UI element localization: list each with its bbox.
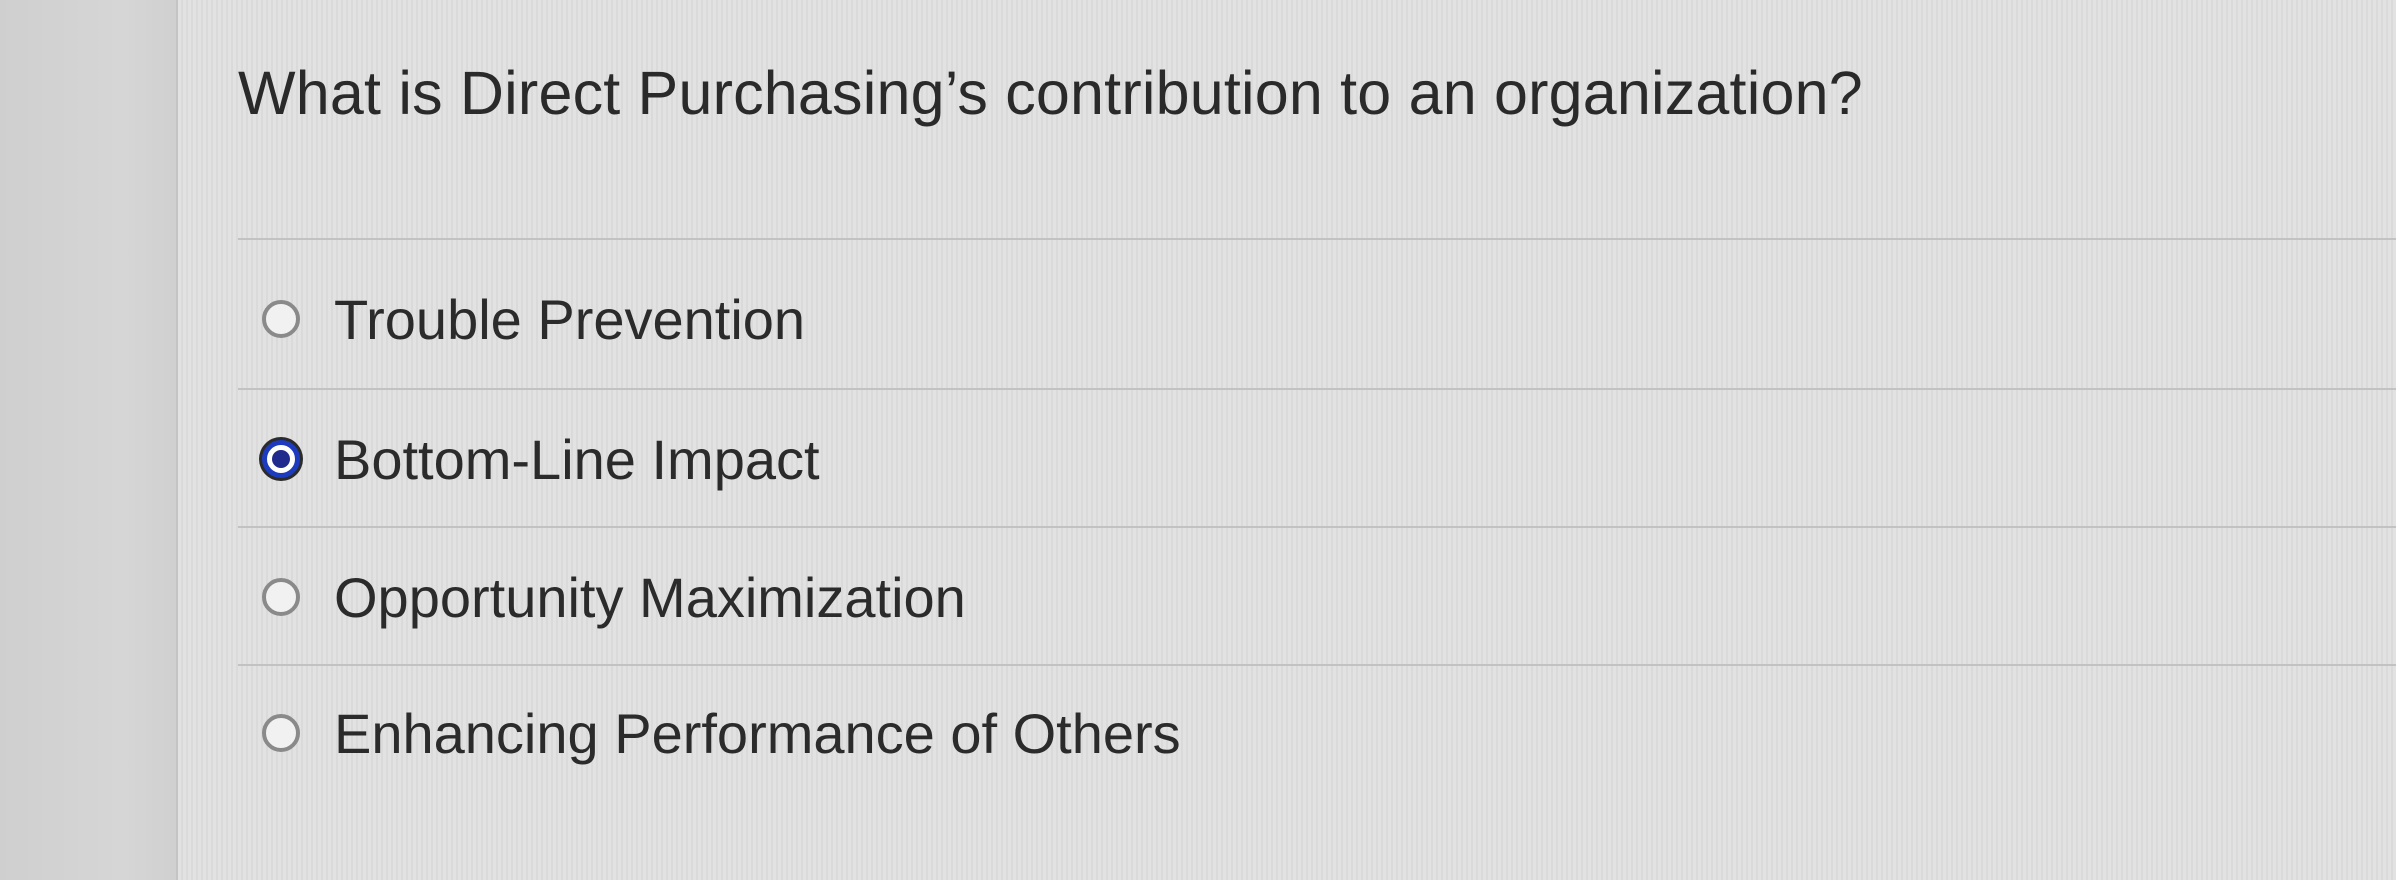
option-label: Opportunity Maximization — [334, 565, 966, 629]
option-opportunity-maximization[interactable]: Opportunity Maximization — [238, 528, 2396, 666]
option-trouble-prevention[interactable]: Trouble Prevention — [238, 250, 2396, 388]
question-text: What is Direct Purchasing’s contribution… — [238, 59, 1863, 127]
option-label: Trouble Prevention — [334, 287, 806, 351]
option-label: Enhancing Performance of Others — [334, 701, 1181, 765]
question-divider — [238, 238, 2396, 240]
quiz-question-panel: What is Direct Purchasing’s contribution… — [178, 0, 2396, 880]
option-enhancing-performance[interactable]: Enhancing Performance of Others — [238, 664, 2396, 802]
option-label: Bottom-Line Impact — [334, 427, 820, 491]
left-gutter — [0, 0, 178, 880]
option-bottom-line-impact[interactable]: Bottom-Line Impact — [238, 390, 2396, 528]
radio-unselected-icon[interactable] — [262, 714, 300, 752]
radio-selected-icon[interactable] — [262, 440, 300, 478]
radio-unselected-icon[interactable] — [262, 300, 300, 338]
radio-unselected-icon[interactable] — [262, 578, 300, 616]
